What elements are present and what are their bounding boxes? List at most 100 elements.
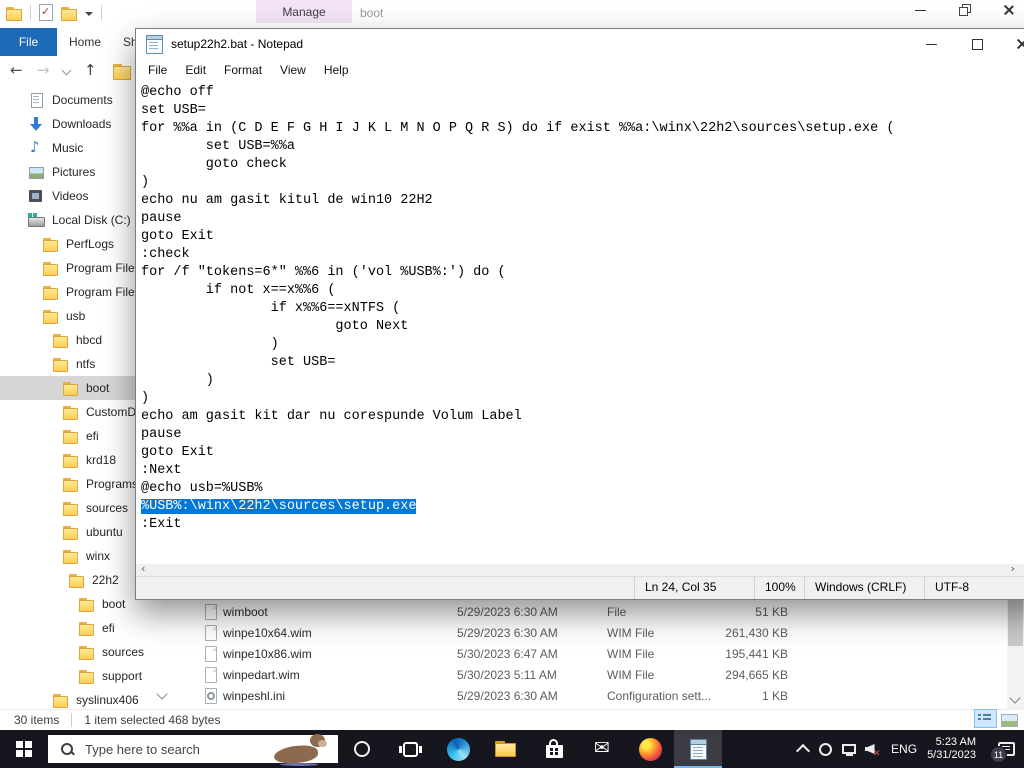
language-indicator[interactable]: ENG — [891, 742, 917, 756]
customize-toolbar-caret-icon[interactable] — [85, 12, 93, 16]
taskbar-button-mail[interactable] — [578, 730, 626, 768]
scroll-left-icon[interactable]: ‹ — [141, 562, 145, 575]
notepad-icon — [689, 738, 707, 760]
code-line[interactable]: echo am gasit kit dar nu corespunde Volu… — [141, 408, 1024, 426]
folder-icon[interactable] — [6, 6, 22, 21]
code-line[interactable]: for %%a in (C D E F G H I J K L M N O P … — [141, 120, 1024, 138]
taskbar-button-cortana[interactable] — [338, 730, 386, 768]
taskbar-button-store[interactable] — [530, 730, 578, 768]
up-arrow-icon[interactable]: ↑ — [84, 61, 97, 79]
tree-item-support[interactable]: support — [0, 664, 174, 688]
code-line[interactable]: pause — [141, 426, 1024, 444]
code-line[interactable]: goto check — [141, 156, 1024, 174]
tree-item-efi[interactable]: efi — [0, 616, 174, 640]
properties-check-icon[interactable] — [39, 4, 53, 21]
notepad-close-button[interactable] — [999, 29, 1024, 59]
code-line[interactable]: ) — [141, 372, 1024, 390]
scroll-right-icon[interactable]: › — [1011, 562, 1015, 575]
file-row-winpe10x64.wim[interactable]: winpe10x64.wim 5/29/2023 6:30 AM WIM File 2… — [176, 623, 1007, 644]
tree-item-label: Downloads — [52, 117, 112, 131]
file-name: winpedart.wim — [223, 668, 300, 682]
folder-icon[interactable] — [61, 6, 77, 21]
network-icon — [841, 744, 856, 756]
file-row-winpe10x86.wim[interactable]: winpe10x86.wim 5/30/2023 6:47 AM WIM File 1… — [176, 644, 1007, 665]
notepad-text[interactable]: @echo off set USB= for %%a in (C D E F G H… — [136, 81, 1024, 564]
code-line[interactable]: if not x==x%%6 ( — [141, 282, 1024, 300]
otter-search-graphic[interactable] — [272, 731, 334, 768]
taskbar-search[interactable] — [48, 734, 338, 766]
ribbon-tab-manage[interactable]: Manage — [256, 0, 352, 23]
file-name: winpeshl.ini — [223, 689, 286, 703]
tray-tray-expand[interactable] — [791, 730, 814, 768]
code-line[interactable]: set USB= — [141, 102, 1024, 120]
folder-icon — [62, 524, 79, 541]
notepad-menubar: File Edit Format View Help — [136, 59, 1024, 81]
menu-view[interactable]: View — [271, 59, 315, 81]
code-line[interactable]: %USB%:\winx\22h2\sources\setup.exe — [141, 498, 1024, 516]
code-line[interactable]: @echo usb=%USB% — [141, 480, 1024, 498]
code-line[interactable]: pause — [141, 210, 1024, 228]
scrollbar-thumb[interactable] — [1008, 598, 1023, 646]
tree-item-sources[interactable]: sources — [0, 640, 174, 664]
file-row-winpeshl.ini[interactable]: winpeshl.ini 5/29/2023 6:30 AM Configurati… — [176, 686, 1007, 707]
code-line[interactable]: goto Next — [141, 318, 1024, 336]
notepad-titlebar[interactable]: setup22h2.bat - Notepad — [136, 29, 1024, 59]
menu-help[interactable]: Help — [315, 59, 358, 81]
address-bar-folder-icon[interactable] — [113, 63, 131, 80]
explorer-restore-button[interactable] — [958, 3, 972, 17]
notepad-minimize-button[interactable] — [909, 29, 954, 59]
code-line[interactable]: :check — [141, 246, 1024, 264]
taskbar-button-file-explorer[interactable] — [482, 730, 530, 768]
code-line[interactable]: set USB=%%a — [141, 138, 1024, 156]
code-line[interactable]: goto Exit — [141, 444, 1024, 462]
ribbon-tab-home[interactable]: Home — [57, 28, 113, 56]
clock[interactable]: 5:23 AM 5/31/2023 — [927, 736, 976, 762]
code-line[interactable]: echo nu am gasit kitul de win10 22H2 — [141, 192, 1024, 210]
search-input[interactable] — [83, 740, 247, 758]
file-row-wimboot[interactable]: wimboot 5/29/2023 6:30 AM File 51 KB — [176, 602, 1007, 623]
code-line[interactable]: @echo off — [141, 84, 1024, 102]
explorer-close-button[interactable] — [1002, 3, 1016, 17]
file-explorer-icon — [495, 740, 517, 758]
details-view-button[interactable] — [974, 709, 997, 728]
search-icon — [61, 743, 73, 755]
code-line[interactable]: goto Exit — [141, 228, 1024, 246]
taskbar-button-notepad[interactable] — [674, 730, 722, 768]
large-icons-view-button[interactable] — [999, 711, 1020, 728]
explorer-caption-buttons — [914, 3, 1016, 17]
tree-item-label: Program Files — [66, 261, 141, 275]
code-line[interactable]: ) — [141, 390, 1024, 408]
taskbar-button-task-view[interactable] — [386, 730, 434, 768]
tray-network[interactable] — [837, 730, 860, 768]
menu-edit[interactable]: Edit — [176, 59, 215, 81]
code-line[interactable]: set USB= — [141, 354, 1024, 372]
tree-item-syslinux406[interactable]: syslinux406 — [0, 688, 174, 710]
recent-locations-caret-icon[interactable] — [61, 65, 72, 76]
file-row-winpedart.wim[interactable]: winpedart.wim 5/30/2023 5:11 AM WIM File 29… — [176, 665, 1007, 686]
action-center-button[interactable]: 11 — [986, 730, 1020, 768]
tray-meet-now[interactable] — [814, 730, 837, 768]
file-type: WIM File — [607, 668, 655, 682]
tree-item-label: Local Disk (C:) — [52, 213, 131, 227]
code-line[interactable]: ) — [141, 174, 1024, 192]
notepad-maximize-button[interactable] — [954, 29, 999, 59]
code-line[interactable]: for /f "tokens=6*" %%6 in ('vol %USB%:')… — [141, 264, 1024, 282]
code-line[interactable]: ) — [141, 336, 1024, 354]
scroll-down-icon[interactable] — [1009, 692, 1021, 704]
notepad-title: setup22h2.bat - Notepad — [171, 37, 304, 51]
ribbon-tab-file[interactable]: File — [0, 28, 57, 56]
start-button[interactable] — [0, 730, 48, 768]
taskbar-button-firefox[interactable] — [626, 730, 674, 768]
tray-volume-muted[interactable] — [860, 730, 883, 768]
tray-expand-icon — [795, 743, 810, 758]
tree-item-label: boot — [102, 597, 126, 611]
code-line[interactable]: :Next — [141, 462, 1024, 480]
back-arrow-icon[interactable]: ← — [10, 61, 23, 79]
menu-format[interactable]: Format — [215, 59, 271, 81]
explorer-minimize-button[interactable] — [914, 3, 928, 17]
menu-file[interactable]: File — [139, 59, 176, 81]
code-line[interactable]: if x%%6==xNTFS ( — [141, 300, 1024, 318]
taskbar-button-edge[interactable] — [434, 730, 482, 768]
notepad-caption-buttons — [909, 29, 1024, 59]
code-line[interactable]: :Exit — [141, 516, 1024, 534]
